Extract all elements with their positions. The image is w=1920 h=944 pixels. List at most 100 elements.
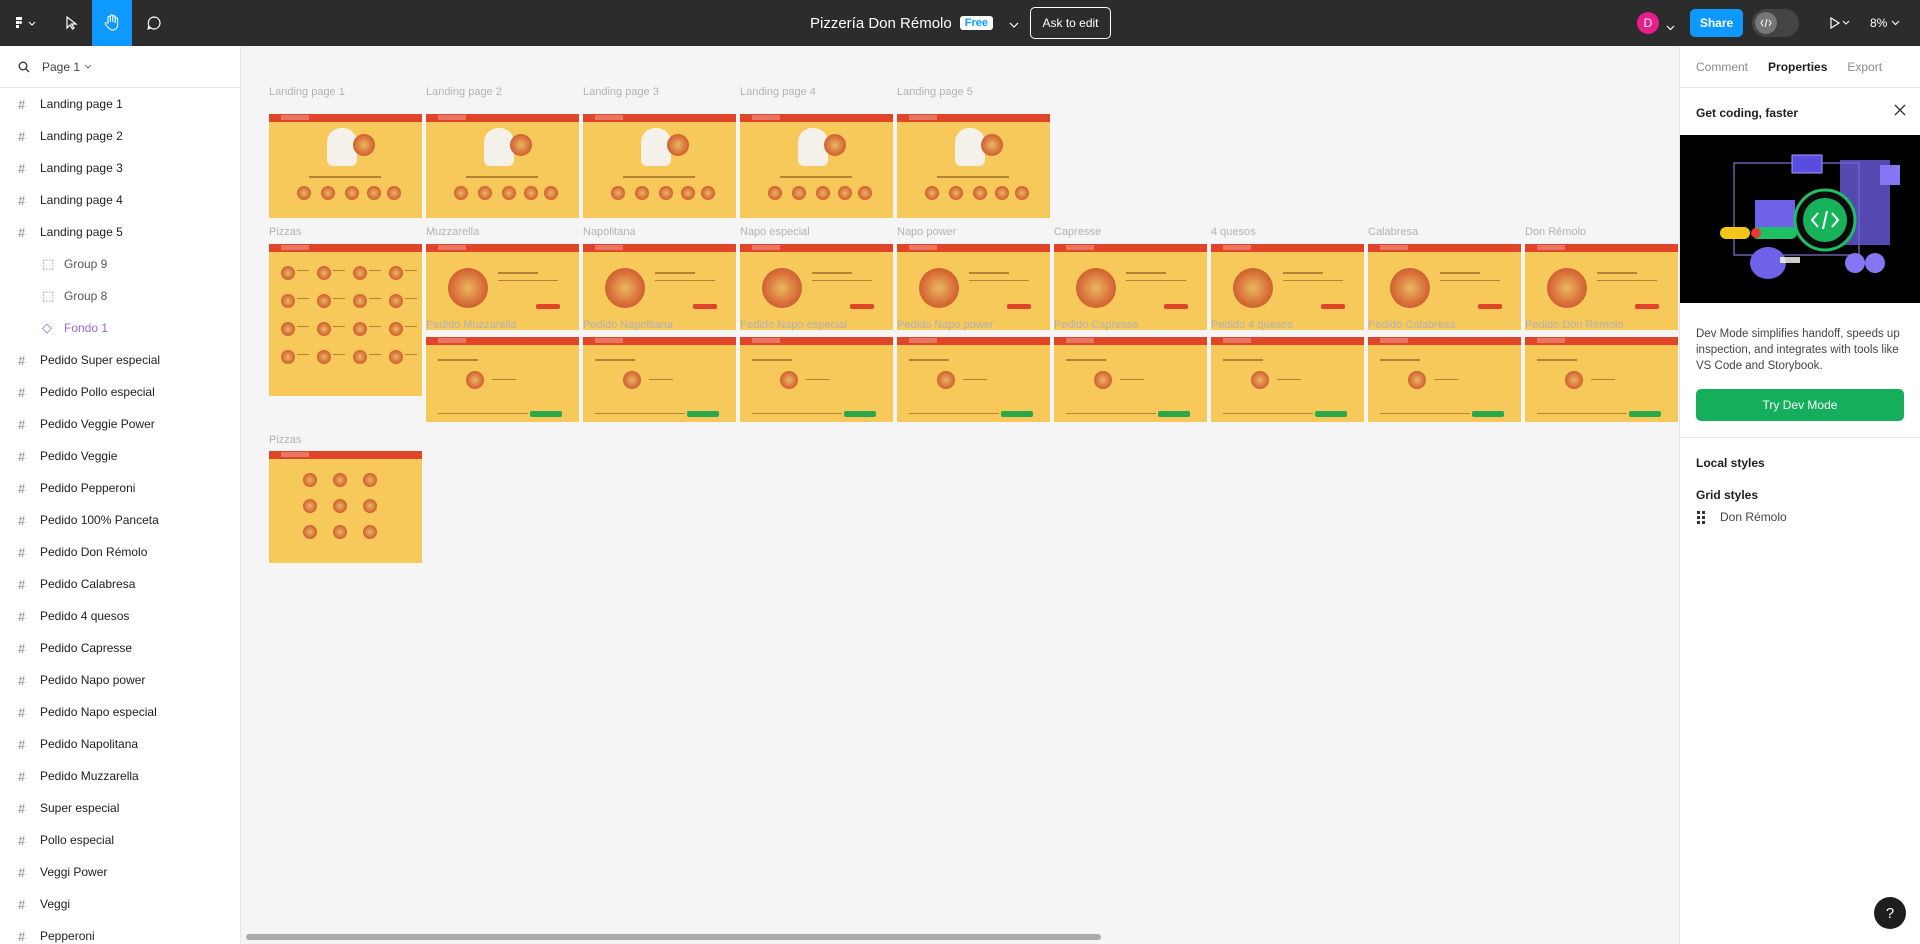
design-canvas[interactable]: Landing page 1 Landing page 2 Landing page… xyxy=(241,46,1679,944)
chevron-down-icon[interactable] xyxy=(1666,20,1675,34)
frame-label[interactable]: Pedido Napo especial xyxy=(740,319,847,331)
frame-order[interactable] xyxy=(1368,337,1521,422)
frame-order[interactable] xyxy=(740,337,893,422)
frame-label[interactable]: Don Rémolo xyxy=(1525,226,1586,238)
frame-product[interactable] xyxy=(1368,244,1521,330)
tab-export[interactable]: Export xyxy=(1847,60,1882,74)
hand-tool-button[interactable] xyxy=(92,0,132,46)
layer-item[interactable]: # Super especial xyxy=(0,792,240,824)
page-name[interactable]: Page 1 xyxy=(42,60,80,74)
tab-properties[interactable]: Properties xyxy=(1768,60,1827,74)
file-title[interactable]: Pizzería Don Rémolo xyxy=(810,15,952,32)
frame-label[interactable]: Landing page 5 xyxy=(897,86,973,98)
layer-item[interactable]: # Pedido Pepperoni xyxy=(0,472,240,504)
close-icon[interactable] xyxy=(1894,104,1906,119)
layer-item[interactable]: ⬚ Group 8 xyxy=(0,280,240,312)
layer-item[interactable]: # Landing page 3 xyxy=(0,152,240,184)
page-selector[interactable]: Page 1 xyxy=(0,46,240,88)
tab-comment[interactable]: Comment xyxy=(1696,60,1748,74)
frame-product[interactable] xyxy=(1525,244,1678,330)
layer-item[interactable]: # Pedido 4 quesos xyxy=(0,600,240,632)
layer-item[interactable]: # Landing page 5 xyxy=(0,216,240,248)
comment-tool-button[interactable] xyxy=(138,0,170,46)
frame-pizzas-menu[interactable] xyxy=(269,244,422,396)
layer-item[interactable]: # Veggi Power xyxy=(0,856,240,888)
frame-landing-page[interactable] xyxy=(897,114,1050,218)
frame-product[interactable] xyxy=(583,244,736,330)
frame-label[interactable]: Pedido Napolitana xyxy=(583,319,673,331)
frame-order[interactable] xyxy=(1211,337,1364,422)
frame-product[interactable] xyxy=(1054,244,1207,330)
frame-label[interactable]: Landing page 4 xyxy=(740,86,816,98)
layer-item[interactable]: # Pepperoni xyxy=(0,920,240,944)
frame-product[interactable] xyxy=(897,244,1050,330)
frame-order[interactable] xyxy=(426,337,579,422)
zoom-menu[interactable]: 8% xyxy=(1870,0,1900,46)
frame-product[interactable] xyxy=(740,244,893,330)
layer-item[interactable]: # Pedido Napolitana xyxy=(0,728,240,760)
layer-item[interactable]: # Pedido Capresse xyxy=(0,632,240,664)
pizza-thumb xyxy=(353,322,367,336)
layer-item[interactable]: # Landing page 1 xyxy=(0,88,240,120)
frame-label[interactable]: 4 quesos xyxy=(1211,226,1256,238)
frame-label[interactable]: Pedido 4 quesos xyxy=(1211,319,1293,331)
frame-label[interactable]: Napo especial xyxy=(740,226,810,238)
frame-label[interactable]: Pizzas xyxy=(269,226,301,238)
frame-label[interactable]: Landing page 3 xyxy=(583,86,659,98)
frame-order[interactable] xyxy=(1525,337,1678,422)
frame-label[interactable]: Landing page 1 xyxy=(269,86,345,98)
frame-order[interactable] xyxy=(583,337,736,422)
layer-item[interactable]: # Pedido Napo power xyxy=(0,664,240,696)
layer-item[interactable]: # Pedido Veggie Power xyxy=(0,408,240,440)
frame-landing-page[interactable] xyxy=(426,114,579,218)
move-tool-button[interactable] xyxy=(56,0,88,46)
frame-label[interactable]: Muzzarella xyxy=(426,226,479,238)
frame-label[interactable]: Napolitana xyxy=(583,226,636,238)
frame-label[interactable]: Pedido Muzzarella xyxy=(426,319,517,331)
layer-item[interactable]: # Veggi xyxy=(0,888,240,920)
chevron-down-icon[interactable] xyxy=(1009,15,1019,32)
frame-pizzas-menu[interactable] xyxy=(269,451,422,563)
frame-landing-page[interactable] xyxy=(269,114,422,218)
frame-label[interactable]: Pizzas xyxy=(269,434,301,446)
frame-product[interactable] xyxy=(1211,244,1364,330)
frame-label[interactable]: Landing page 2 xyxy=(426,86,502,98)
layer-item[interactable]: # Pedido Pollo especial xyxy=(0,376,240,408)
layer-item[interactable]: # Landing page 2 xyxy=(0,120,240,152)
layer-item[interactable]: # Pollo especial xyxy=(0,824,240,856)
dev-mode-toggle[interactable] xyxy=(1752,9,1799,37)
search-icon[interactable] xyxy=(18,61,30,73)
chevron-down-icon[interactable] xyxy=(84,64,92,69)
avatar[interactable]: D xyxy=(1637,12,1659,34)
frame-label[interactable]: Napo power xyxy=(897,226,956,238)
frame-label[interactable]: Calabresa xyxy=(1368,226,1418,238)
frame-label[interactable]: Pedido Capresse xyxy=(1054,319,1138,331)
horizontal-scrollbar[interactable] xyxy=(246,934,1101,940)
frame-label[interactable]: Pedido Napo power xyxy=(897,319,994,331)
ask-to-edit-button[interactable]: Ask to edit xyxy=(1030,7,1111,39)
layer-item[interactable]: # Pedido Muzzarella xyxy=(0,760,240,792)
try-dev-mode-button[interactable]: Try Dev Mode xyxy=(1696,389,1904,421)
main-menu-button[interactable] xyxy=(8,0,44,46)
layer-item[interactable]: # Pedido Veggie xyxy=(0,440,240,472)
frame-label[interactable]: Capresse xyxy=(1054,226,1101,238)
layer-item[interactable]: ◇ Fondo 1 xyxy=(0,312,240,344)
layer-item[interactable]: # Pedido Super especial xyxy=(0,344,240,376)
frame-landing-page[interactable] xyxy=(583,114,736,218)
frame-order[interactable] xyxy=(897,337,1050,422)
frame-product[interactable] xyxy=(426,244,579,330)
frame-landing-page[interactable] xyxy=(740,114,893,218)
present-button[interactable] xyxy=(1822,0,1858,46)
layer-item[interactable]: # Pedido Calabresa xyxy=(0,568,240,600)
layer-item[interactable]: # Pedido Napo especial xyxy=(0,696,240,728)
frame-label[interactable]: Pedido Don Rémolo xyxy=(1525,319,1623,331)
layer-item[interactable]: # Pedido 100% Panceta xyxy=(0,504,240,536)
layer-item[interactable]: ⬚ Group 9 xyxy=(0,248,240,280)
frame-order[interactable] xyxy=(1054,337,1207,422)
grid-style-item[interactable]: Don Rémolo xyxy=(1696,510,1787,524)
frame-label[interactable]: Pedido Calabresa xyxy=(1368,319,1455,331)
share-button[interactable]: Share xyxy=(1690,9,1743,37)
help-button[interactable]: ? xyxy=(1874,897,1906,929)
layer-item[interactable]: # Landing page 4 xyxy=(0,184,240,216)
layer-item[interactable]: # Pedido Don Rémolo xyxy=(0,536,240,568)
